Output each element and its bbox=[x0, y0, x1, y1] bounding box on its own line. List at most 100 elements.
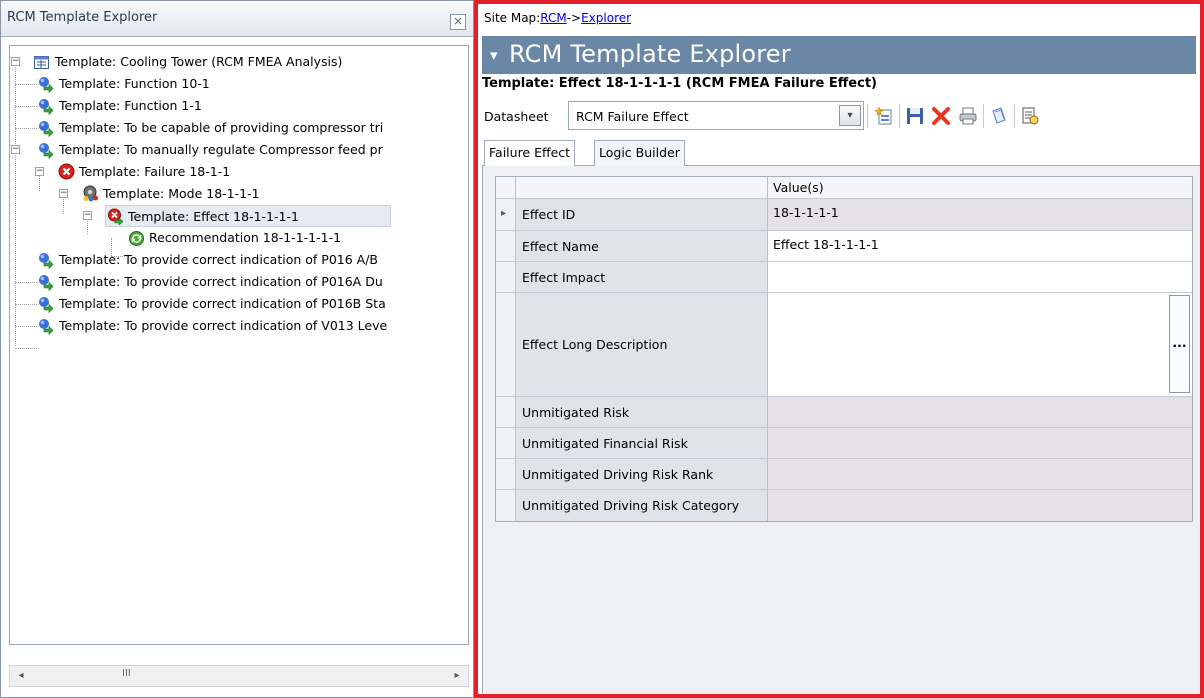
grid-header-label bbox=[516, 177, 768, 198]
function-icon bbox=[39, 99, 54, 115]
datasheet-grid: Value(s) ▸ Effect ID 18-1-1-1-1 Effect N… bbox=[495, 176, 1193, 522]
grid-row-unmitigated-financial-risk: Unmitigated Financial Risk bbox=[496, 428, 1192, 459]
collapse-icon[interactable]: − bbox=[59, 189, 68, 198]
field-label: Unmitigated Financial Risk bbox=[516, 428, 768, 458]
tree-node-label: Template: To provide correct indication … bbox=[59, 318, 388, 333]
field-value-effect-name[interactable]: Effect 18-1-1-1-1 bbox=[768, 231, 1192, 261]
breadcrumb-link-explorer[interactable]: Explorer bbox=[581, 11, 631, 25]
tab-logic-builder[interactable]: Logic Builder bbox=[594, 140, 685, 166]
tree-node-label: Template: Failure 18-1-1 bbox=[79, 164, 231, 179]
row-selector[interactable] bbox=[496, 231, 516, 261]
datasheet-selected-value: RCM Failure Effect bbox=[576, 109, 689, 124]
datasheet-area: Value(s) ▸ Effect ID 18-1-1-1-1 Effect N… bbox=[482, 166, 1200, 694]
field-value-unmitigated-driving-risk-category bbox=[768, 490, 1192, 521]
datasheet-select[interactable]: RCM Failure Effect ▾ bbox=[568, 101, 864, 130]
delete-icon[interactable] bbox=[931, 106, 951, 126]
tree-node-function[interactable]: Template: To provide correct indication … bbox=[10, 293, 466, 315]
template-tree: − Template: Cooling Tower (RCM FMEA Anal… bbox=[9, 45, 469, 645]
breadcrumb: Site Map:RCM->Explorer bbox=[484, 11, 631, 25]
page-banner: ▾ RCM Template Explorer bbox=[482, 36, 1196, 74]
tree-node-label: Template: Cooling Tower (RCM FMEA Analys… bbox=[55, 54, 343, 69]
row-selector[interactable] bbox=[496, 293, 516, 396]
tree-node-mode[interactable]: − Template: Mode 18-1-1-1 bbox=[10, 183, 466, 205]
explorer-panel-header: RCM Template Explorer × bbox=[1, 1, 473, 37]
tree-node-label: Template: To be capable of providing com… bbox=[59, 120, 384, 135]
report-icon[interactable] bbox=[1020, 106, 1040, 126]
tree-node-label: Template: Effect 18-1-1-1-1 bbox=[128, 209, 299, 224]
toolbar-separator bbox=[899, 104, 900, 128]
breadcrumb-link-rcm[interactable]: RCM bbox=[540, 11, 566, 25]
row-selector[interactable] bbox=[496, 262, 516, 292]
tree-connector bbox=[15, 348, 37, 349]
function-icon bbox=[39, 275, 54, 291]
field-label: Unmitigated Risk bbox=[516, 397, 768, 427]
print-icon[interactable] bbox=[958, 106, 978, 126]
toolbar-separator bbox=[983, 104, 984, 128]
tree-node-function[interactable]: Template: To be capable of providing com… bbox=[10, 117, 466, 139]
tree-node-function[interactable]: Template: Function 10-1 bbox=[10, 73, 466, 95]
tree-node-function[interactable]: Template: Function 1-1 bbox=[10, 95, 466, 117]
tree-node-function[interactable]: Template: To provide correct indication … bbox=[10, 315, 466, 337]
row-selector[interactable] bbox=[496, 459, 516, 489]
collapse-icon[interactable]: − bbox=[83, 211, 92, 220]
tree-node-cooling-tower[interactable]: − Template: Cooling Tower (RCM FMEA Anal… bbox=[10, 51, 466, 73]
scroll-thumb-grip[interactable]: III bbox=[122, 668, 131, 679]
failure-icon bbox=[58, 163, 75, 180]
analysis-icon bbox=[34, 56, 49, 69]
field-value-effect-long-description[interactable]: ... bbox=[768, 293, 1192, 396]
toolbar-separator bbox=[867, 104, 868, 128]
mode-icon bbox=[83, 185, 98, 202]
function-icon bbox=[39, 77, 54, 93]
field-label: Effect Name bbox=[516, 231, 768, 261]
scroll-right-icon[interactable]: ▸ bbox=[450, 669, 464, 683]
field-label: Unmitigated Driving Risk Rank bbox=[516, 459, 768, 489]
grid-row-effect-name: Effect Name Effect 18-1-1-1-1 bbox=[496, 231, 1192, 262]
breadcrumb-prefix: Site Map: bbox=[484, 11, 541, 25]
row-selector[interactable] bbox=[496, 397, 516, 427]
collapse-icon[interactable]: − bbox=[11, 57, 20, 66]
tab-failure-effect[interactable]: Failure Effect bbox=[484, 140, 576, 167]
tree-node-function[interactable]: Template: To provide correct indication … bbox=[10, 249, 466, 271]
breadcrumb-separator: -> bbox=[566, 11, 582, 25]
grid-row-unmitigated-driving-risk-rank: Unmitigated Driving Risk Rank bbox=[496, 459, 1192, 490]
grid-row-unmitigated-driving-risk-category: Unmitigated Driving Risk Category bbox=[496, 490, 1192, 521]
field-label: Unmitigated Driving Risk Category bbox=[516, 490, 768, 521]
field-value-unmitigated-driving-risk-rank bbox=[768, 459, 1192, 489]
function-icon bbox=[39, 253, 54, 269]
row-selector[interactable]: ▸ bbox=[496, 199, 516, 230]
field-value-unmitigated-risk bbox=[768, 397, 1192, 427]
tree-node-failure[interactable]: − Template: Failure 18-1-1 bbox=[10, 161, 466, 183]
close-icon[interactable]: × bbox=[450, 14, 466, 30]
new-record-icon[interactable] bbox=[874, 106, 894, 126]
current-row-icon: ▸ bbox=[501, 208, 507, 219]
banner-collapse-icon[interactable]: ▾ bbox=[490, 46, 498, 64]
tree-node-recommendation[interactable]: Recommendation 18-1-1-1-1-1 bbox=[10, 227, 466, 249]
row-selector[interactable] bbox=[496, 428, 516, 458]
tree-node-effect-selected[interactable]: Template: Effect 18-1-1-1-1 bbox=[105, 205, 391, 227]
row-selector[interactable] bbox=[496, 490, 516, 521]
grid-row-effect-id: ▸ Effect ID 18-1-1-1-1 bbox=[496, 199, 1192, 231]
collapse-icon[interactable]: − bbox=[35, 167, 44, 176]
more-button[interactable]: ... bbox=[1169, 295, 1190, 393]
row-selector-header bbox=[496, 177, 516, 198]
tree-horizontal-scrollbar[interactable]: ◂ III ▸ bbox=[9, 665, 469, 687]
grid-header-value: Value(s) bbox=[768, 177, 1192, 198]
page-title: RCM Template Explorer bbox=[509, 40, 791, 68]
field-value-effect-impact[interactable] bbox=[768, 262, 1192, 292]
tree-node-function[interactable]: − Template: To manually regulate Compres… bbox=[10, 139, 466, 161]
scroll-left-icon[interactable]: ◂ bbox=[14, 669, 28, 683]
collapse-icon[interactable]: − bbox=[11, 145, 20, 154]
tree-node-label: Template: To provide correct indication … bbox=[59, 296, 386, 311]
tree-node-label: Template: To provide correct indication … bbox=[59, 252, 378, 267]
explorer-panel-title: RCM Template Explorer bbox=[7, 10, 158, 25]
tree-node-label: Recommendation 18-1-1-1-1-1 bbox=[149, 230, 342, 245]
copy-icon[interactable] bbox=[989, 106, 1009, 126]
chevron-down-icon[interactable]: ▾ bbox=[839, 105, 861, 126]
function-icon bbox=[39, 143, 54, 159]
function-icon bbox=[39, 319, 54, 335]
function-icon bbox=[39, 297, 54, 313]
tree-node-function[interactable]: Template: To provide correct indication … bbox=[10, 271, 466, 293]
field-value-unmitigated-financial-risk bbox=[768, 428, 1192, 458]
save-icon[interactable] bbox=[905, 106, 925, 126]
grid-row-unmitigated-risk: Unmitigated Risk bbox=[496, 397, 1192, 428]
